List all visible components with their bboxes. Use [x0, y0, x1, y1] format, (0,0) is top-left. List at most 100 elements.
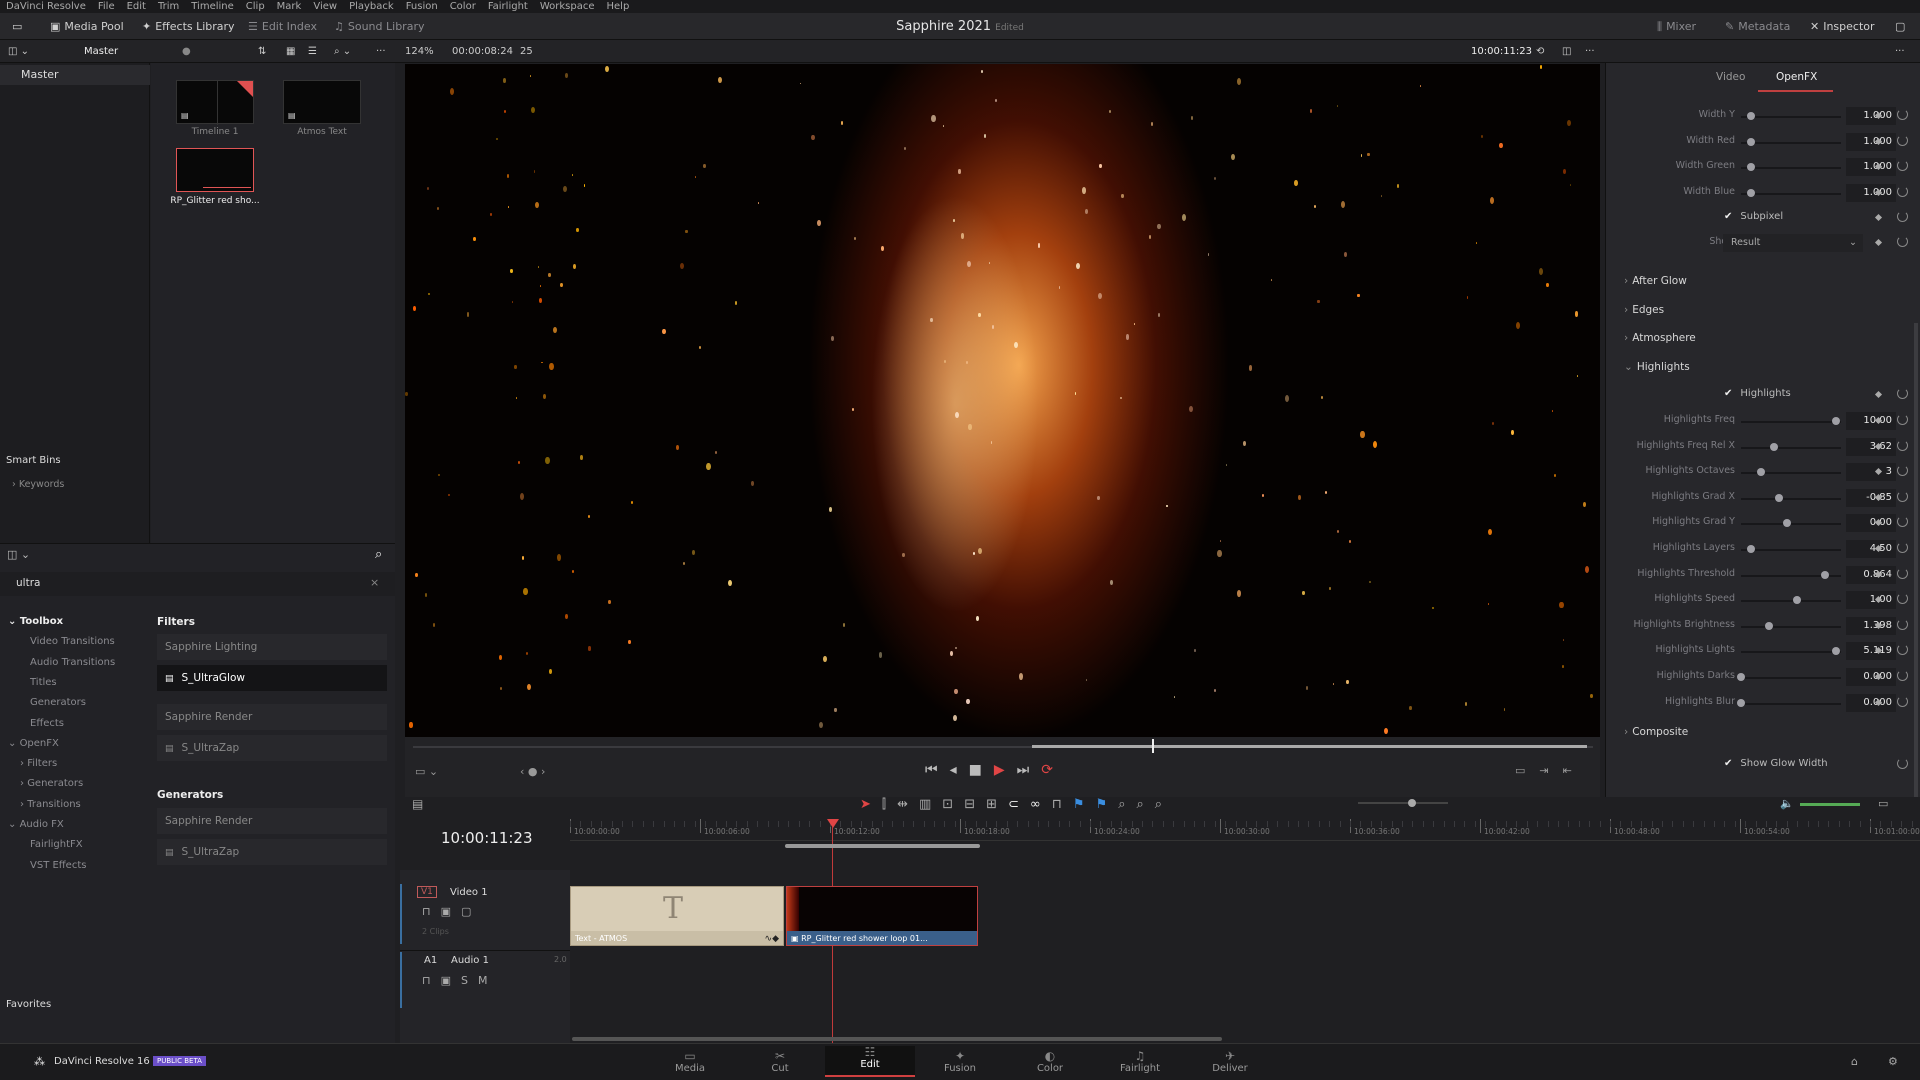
slider-handle[interactable]	[1832, 417, 1840, 425]
reset-icon[interactable]	[1897, 542, 1908, 553]
metadata-button[interactable]: ✎ Metadata	[1725, 17, 1790, 37]
menu-edit[interactable]: Edit	[127, 0, 146, 13]
param-value[interactable]: 3	[1846, 463, 1896, 482]
fx-item-s_ultraglow[interactable]: ▤ S_UltraGlow	[157, 665, 387, 691]
menu-timeline[interactable]: Timeline	[191, 0, 234, 13]
menu-view[interactable]: View	[313, 0, 337, 13]
panel-toggle-icon[interactable]: ◫ ⌄	[8, 44, 29, 59]
effects-library-button[interactable]: ✦ Effects Library	[142, 17, 235, 37]
fx-panel-toggle-icon[interactable]: ◫ ⌄	[7, 548, 30, 561]
thumb-size-slider[interactable]: ●	[182, 44, 191, 59]
match-frame-icons[interactable]: ▭⇥⇤	[1515, 764, 1586, 777]
param-value[interactable]: 1.000	[1846, 183, 1896, 202]
slider-handle[interactable]	[1821, 570, 1829, 579]
param-value[interactable]: 0.864	[1846, 565, 1896, 584]
timeline-clip-glitter[interactable]: ▣ RP_Glitter red shower loop 01...	[786, 886, 978, 946]
show-glow-width-checkbox[interactable]: ✔ Show Glow Width	[1724, 758, 1828, 769]
reset-icon[interactable]	[1897, 134, 1908, 146]
param-slider[interactable]	[1741, 116, 1841, 118]
section-after-glow[interactable]: › After Glow	[1624, 275, 1687, 287]
reset-icon[interactable]	[1897, 758, 1908, 769]
inspector-more-icon[interactable]: ···	[1895, 44, 1905, 59]
list-view-icon[interactable]: ☰	[308, 44, 317, 59]
timeline-ruler[interactable]: 10:00:00:00 10:00:06:00 10:00:12:00 10:00:1…	[570, 819, 1920, 841]
section-edges[interactable]: › Edges	[1624, 304, 1664, 316]
reset-icon[interactable]	[1897, 211, 1908, 222]
param-value[interactable]: 1.00	[1846, 591, 1896, 610]
slider-handle[interactable]	[1783, 519, 1791, 528]
reset-icon[interactable]	[1897, 618, 1908, 630]
param-slider[interactable]	[1741, 702, 1841, 705]
slider-handle[interactable]	[1757, 468, 1765, 477]
param-value[interactable]: 0.000	[1846, 693, 1896, 712]
fx-tree-item[interactable]: ⌄ Toolbox	[8, 616, 63, 627]
stop-icon[interactable]: ■	[969, 762, 994, 778]
loop-icon[interactable]: ⟳	[1041, 762, 1065, 778]
media-pool-button[interactable]: ▣ Media Pool	[50, 17, 124, 37]
section-highlights[interactable]: ⌄ Highlights	[1624, 361, 1690, 373]
slider-handle[interactable]	[1747, 163, 1755, 172]
fx-tree-item[interactable]: ⌄ Audio FX	[8, 819, 64, 830]
menu-mark[interactable]: Mark	[277, 0, 302, 13]
audio-track-id[interactable]: A1	[424, 955, 437, 966]
reset-icon[interactable]	[1897, 567, 1908, 579]
replace-icon[interactable]: ⊞	[986, 797, 1008, 812]
param-value[interactable]: 0.000	[1846, 668, 1896, 686]
clip-thumb-timeline[interactable]: ▤	[176, 80, 254, 125]
timeline-clip-text[interactable]: T Text - ATMOS ∿◆	[570, 886, 784, 946]
keyframe-icon[interactable]	[1874, 390, 1883, 399]
reset-icon[interactable]	[1897, 465, 1908, 477]
fx-tree-item[interactable]: › Generators	[20, 778, 83, 789]
selection-tool-icon[interactable]: ➤	[860, 797, 882, 812]
menu-fairlight[interactable]: Fairlight	[488, 0, 528, 13]
video-viewer[interactable]	[405, 64, 1600, 737]
param-slider[interactable]	[1741, 651, 1841, 654]
video-track-id[interactable]: V1	[417, 886, 437, 898]
reset-icon[interactable]	[1897, 160, 1908, 172]
edit-index-button[interactable]: ☰ Edit Index	[248, 17, 317, 37]
fx-tree-item[interactable]: VST Effects	[30, 860, 86, 871]
menu-file[interactable]: File	[98, 0, 115, 13]
fx-tree-item[interactable]: Generators	[30, 697, 86, 708]
reset-icon[interactable]	[1897, 695, 1908, 707]
fx-tree-item[interactable]: FairlightFX	[30, 839, 83, 850]
fx-item-s_ultrazap[interactable]: ▤ S_UltraZap	[157, 735, 387, 761]
reset-icon[interactable]	[1897, 644, 1908, 656]
fx-item-s_ultrazap[interactable]: ▤ S_UltraZap	[157, 839, 387, 865]
slider-handle[interactable]	[1832, 647, 1840, 656]
subpixel-checkbox[interactable]: ✔ Subpixel	[1724, 211, 1783, 222]
page-tab-color[interactable]: ◐ Color	[1005, 1050, 1095, 1075]
slider-handle[interactable]	[1747, 112, 1755, 120]
param-value[interactable]: 5.119	[1846, 642, 1896, 661]
param-value[interactable]: 3.62	[1846, 437, 1896, 456]
reset-icon[interactable]	[1897, 236, 1908, 247]
viewer-size-icon[interactable]: ▭ ⌄	[415, 765, 438, 778]
highlights-checkbox[interactable]: ✔ Highlights	[1724, 388, 1791, 399]
reset-icon[interactable]	[1897, 593, 1908, 605]
audio-track-controls[interactable]: ⊓▣SM	[422, 974, 497, 987]
param-slider[interactable]	[1741, 167, 1841, 170]
fx-tree-item[interactable]: Effects	[30, 718, 64, 729]
param-slider[interactable]	[1741, 549, 1841, 551]
menu-fusion[interactable]: Fusion	[406, 0, 438, 13]
slider-handle[interactable]	[1747, 137, 1755, 146]
reset-icon[interactable]	[1897, 490, 1908, 502]
playhead-marker[interactable]	[827, 819, 839, 828]
section-composite[interactable]: › Composite	[1624, 726, 1688, 738]
clear-search-icon[interactable]: ×	[370, 576, 379, 589]
reset-icon[interactable]	[1897, 670, 1908, 681]
zoom-full-icon[interactable]: ⌕	[1118, 797, 1136, 812]
sort-icon[interactable]: ⇅	[258, 44, 266, 59]
reset-icon[interactable]	[1897, 516, 1908, 528]
param-slider[interactable]	[1741, 497, 1841, 500]
play-icon[interactable]: ▶	[994, 762, 1017, 778]
param-slider[interactable]	[1741, 141, 1841, 144]
tab-openfx[interactable]: OpenFX	[1776, 71, 1817, 83]
show-dropdown[interactable]: Result ⌄	[1723, 234, 1863, 252]
smart-bin-keywords[interactable]: › Keywords	[12, 479, 64, 490]
slider-handle[interactable]	[1747, 188, 1755, 197]
jog-icon[interactable]: ‹ ● ›	[520, 765, 545, 778]
flag-icon[interactable]: ⚑	[1073, 797, 1096, 812]
reset-icon[interactable]	[1897, 439, 1908, 451]
reset-icon[interactable]	[1897, 109, 1908, 120]
